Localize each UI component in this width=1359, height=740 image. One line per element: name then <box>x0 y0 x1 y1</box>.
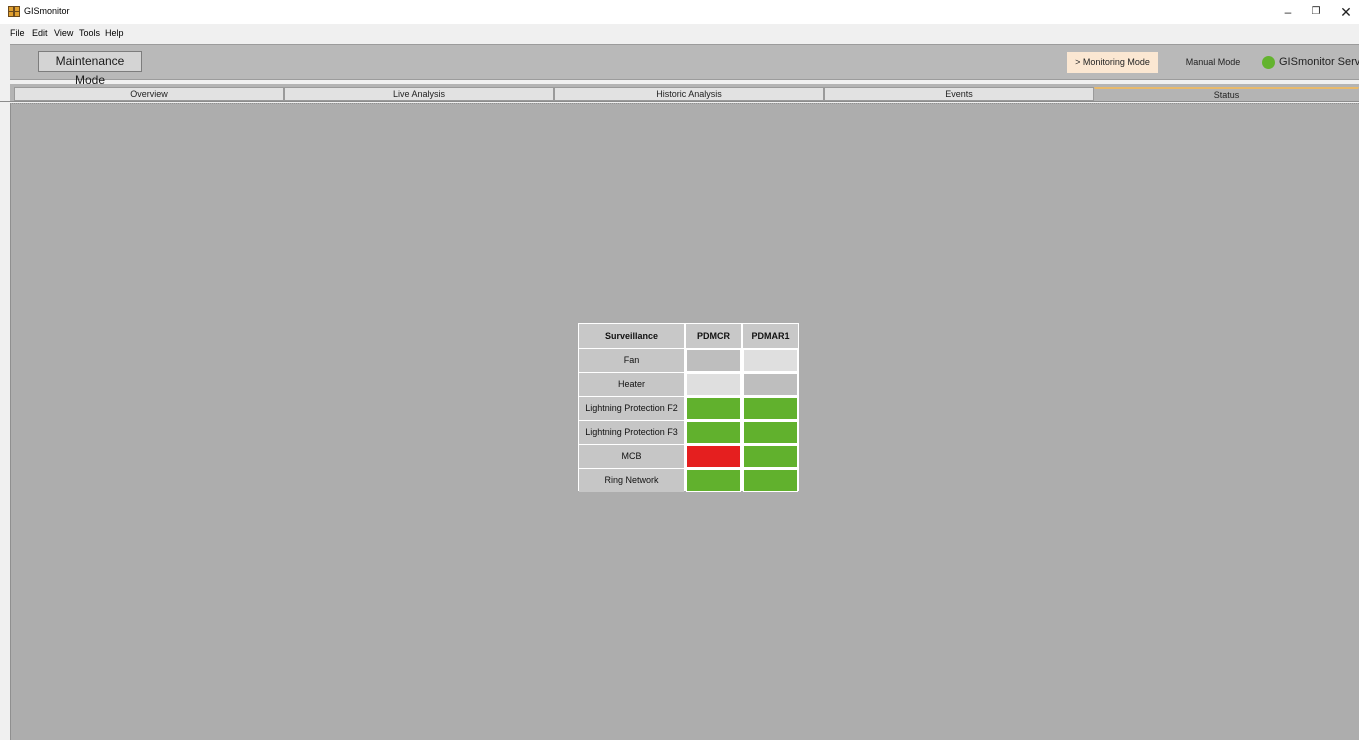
tab-overview[interactable]: Overview <box>14 87 284 101</box>
server-status-icon <box>1262 56 1275 69</box>
app-icon <box>8 6 20 17</box>
status-row-label: MCB <box>579 445 684 468</box>
status-indicator <box>743 421 798 444</box>
tab-divider <box>0 101 1359 102</box>
header-surveillance: Surveillance <box>579 324 684 348</box>
maintenance-mode-button[interactable]: Maintenance Mode <box>38 51 142 87</box>
status-indicator <box>743 373 798 396</box>
status-indicator <box>686 469 741 492</box>
tab-bar: Overview Live Analysis Historic Analysis… <box>10 84 1359 102</box>
tab-live-analysis[interactable]: Live Analysis <box>284 87 554 101</box>
status-indicator <box>686 421 741 444</box>
status-indicator <box>686 373 741 396</box>
menu-bar: File Edit View Tools Help <box>0 24 1359 42</box>
mode-toolbar: Maintenance Mode > Monitoring Mode Manua… <box>10 44 1359 87</box>
server-status-label: GISmonitor Serve <box>1279 56 1359 68</box>
status-row-label: Fan <box>579 349 684 372</box>
tab-historic-analysis[interactable]: Historic Analysis <box>554 87 824 101</box>
menu-view[interactable]: View <box>54 27 73 39</box>
restore-icon[interactable]: ❐ <box>1306 4 1326 20</box>
header-pdmar1: PDMAR1 <box>743 324 798 348</box>
menu-tools[interactable]: Tools <box>79 27 100 39</box>
status-indicator <box>743 349 798 372</box>
manual-mode-button[interactable]: Manual Mode <box>1178 52 1248 73</box>
status-row-label: Lightning Protection F3 <box>579 421 684 444</box>
status-indicator <box>686 349 741 372</box>
status-indicator <box>686 397 741 420</box>
status-row-label: Ring Network <box>579 469 684 492</box>
title-bar: GISmonitor – ❐ ✕ <box>0 0 1359 24</box>
menu-edit[interactable]: Edit <box>32 27 48 39</box>
menu-file[interactable]: File <box>10 27 25 39</box>
window-title: GISmonitor <box>24 6 70 16</box>
status-indicator <box>686 445 741 468</box>
header-pdmcr: PDMCR <box>686 324 741 348</box>
tab-events[interactable]: Events <box>824 87 1094 101</box>
status-table: Surveillance PDMCR PDMAR1 Fan Heater Light… <box>578 323 799 492</box>
status-indicator <box>743 397 798 420</box>
menu-help[interactable]: Help <box>105 27 124 39</box>
status-indicator <box>743 445 798 468</box>
status-row-label: Lightning Protection F2 <box>579 397 684 420</box>
status-indicator <box>743 469 798 492</box>
minimize-icon[interactable]: – <box>1278 4 1298 20</box>
close-icon[interactable]: ✕ <box>1336 4 1356 20</box>
monitoring-mode-button[interactable]: > Monitoring Mode <box>1067 52 1158 73</box>
tab-status[interactable]: Status <box>1094 87 1359 101</box>
status-row-label: Heater <box>579 373 684 396</box>
